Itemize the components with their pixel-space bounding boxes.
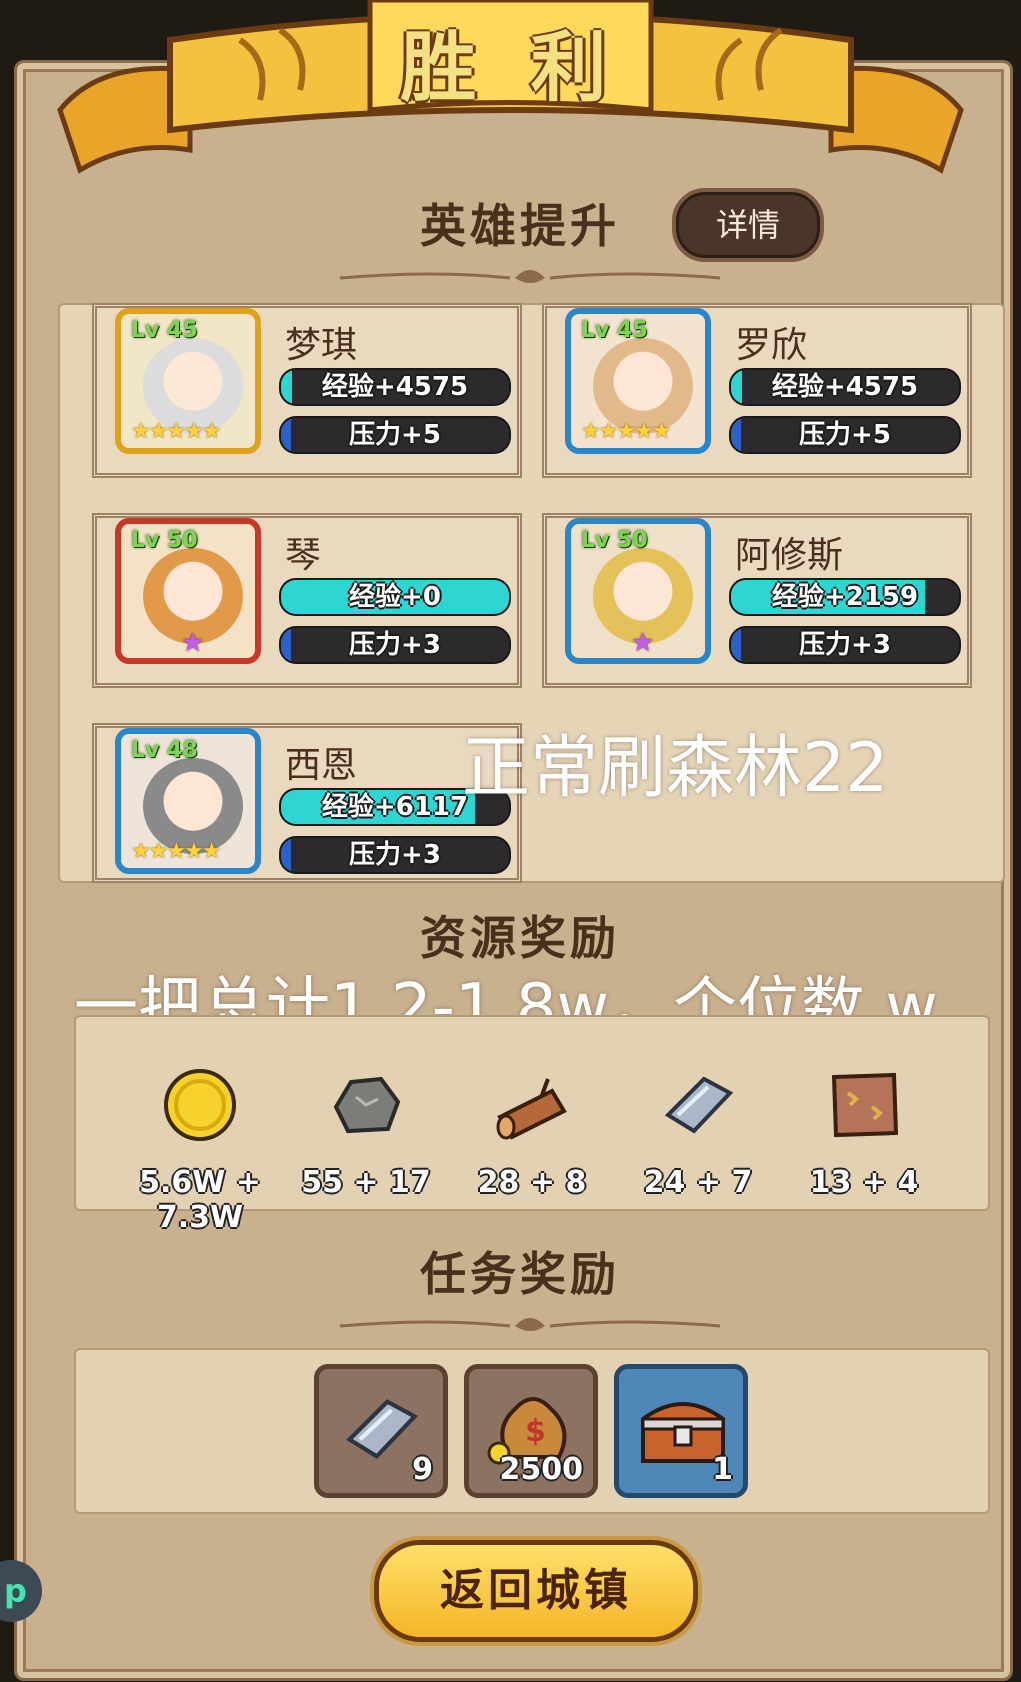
resource-reward-box: 5.6W + 7.3W 55 + 17 28 + 8 24 + 7 13 + 4 xyxy=(74,1015,990,1235)
stress-bar: 压力+3 xyxy=(279,836,511,874)
task-reward-item[interactable]: 1 xyxy=(614,1364,748,1498)
hero-portrait: Lv 48 ★★★★★ xyxy=(115,728,261,874)
hero-name: 罗欣 xyxy=(735,325,808,366)
hero-card[interactable]: Lv 45 ★★★★★ 梦琪 经验+4575 压力+5 xyxy=(92,303,522,478)
hero-section-title: 英雄提升 xyxy=(420,199,620,253)
exp-bar: 经验+4575 xyxy=(729,368,961,406)
gold-coin-icon xyxy=(164,1069,236,1141)
resource-item: 55 + 17 xyxy=(286,1057,446,1200)
ornament-divider xyxy=(340,270,720,283)
task-reward-item[interactable]: $ 2500 xyxy=(464,1364,598,1498)
hero-level: Lv 45 xyxy=(581,318,648,343)
hero-card[interactable]: Lv 48 ★★★★★ 西恩 经验+6117 压力+3 xyxy=(92,723,522,883)
resource-item: 24 + 7 xyxy=(618,1057,778,1200)
hero-portrait: Lv 45 ★★★★★ xyxy=(115,308,261,454)
return-to-town-button[interactable]: 返回城镇 xyxy=(374,1540,698,1642)
wood-log-icon xyxy=(496,1078,567,1140)
victory-title: 胜 利 xyxy=(400,23,621,112)
hero-level: Lv 48 xyxy=(131,738,198,763)
stress-bar: 压力+3 xyxy=(729,626,961,664)
task-section-title: 任务奖励 xyxy=(420,1247,620,1301)
hero-portrait: Lv 50 ★ xyxy=(115,518,261,664)
stress-bar: 压力+3 xyxy=(279,626,511,664)
iron-ingot-icon xyxy=(346,1399,419,1459)
hero-portrait: Lv 45 ★★★★★ xyxy=(565,308,711,454)
overlay-note-stage: 正常刷森林22 xyxy=(462,729,889,808)
resource-item: 13 + 4 xyxy=(784,1057,944,1200)
hero-stars: ★★★★★ xyxy=(581,419,672,444)
task-reward-item[interactable]: 9 xyxy=(314,1364,448,1498)
task-reward-box: 9 $ 2500 1 xyxy=(74,1348,990,1514)
hero-name: 阿修斯 xyxy=(735,535,844,576)
hero-level: Lv 45 xyxy=(131,318,198,343)
hero-name: 西恩 xyxy=(285,745,358,786)
leather-hide-icon xyxy=(831,1072,899,1138)
stress-bar: 压力+5 xyxy=(729,416,961,454)
hero-card[interactable]: Lv 50 ★ 琴 经验+0 压力+3 xyxy=(92,513,522,688)
hero-portrait: Lv 50 ★ xyxy=(565,518,711,664)
hero-stars: ★★★★★ xyxy=(131,419,222,444)
stress-bar: 压力+5 xyxy=(279,416,511,454)
hero-star-badge: ★ xyxy=(631,628,655,658)
hero-name: 梦琪 xyxy=(285,325,358,366)
hero-card[interactable]: Lv 50 ★ 阿修斯 经验+2159 压力+3 xyxy=(542,513,972,688)
exp-bar: 经验+4575 xyxy=(279,368,511,406)
ornament-divider xyxy=(340,1318,720,1331)
hero-stars: ★★★★★ xyxy=(131,839,222,864)
details-button[interactable]: 详情 xyxy=(672,188,824,262)
resource-item: 5.6W + 7.3W xyxy=(120,1057,280,1235)
hero-level: Lv 50 xyxy=(581,528,648,553)
resource-item: 28 + 8 xyxy=(452,1057,612,1200)
hero-name: 琴 xyxy=(285,535,322,576)
exp-bar: 经验+2159 xyxy=(729,578,961,616)
hero-star-badge: ★ xyxy=(181,628,205,658)
iron-ingot-icon xyxy=(664,1076,734,1134)
hero-card[interactable]: Lv 45 ★★★★★ 罗欣 经验+4575 压力+5 xyxy=(542,303,972,478)
hero-level: Lv 50 xyxy=(131,528,198,553)
ore-stone-icon xyxy=(333,1076,401,1134)
svg-text:$: $ xyxy=(525,1414,546,1449)
exp-bar: 经验+0 xyxy=(279,578,511,616)
